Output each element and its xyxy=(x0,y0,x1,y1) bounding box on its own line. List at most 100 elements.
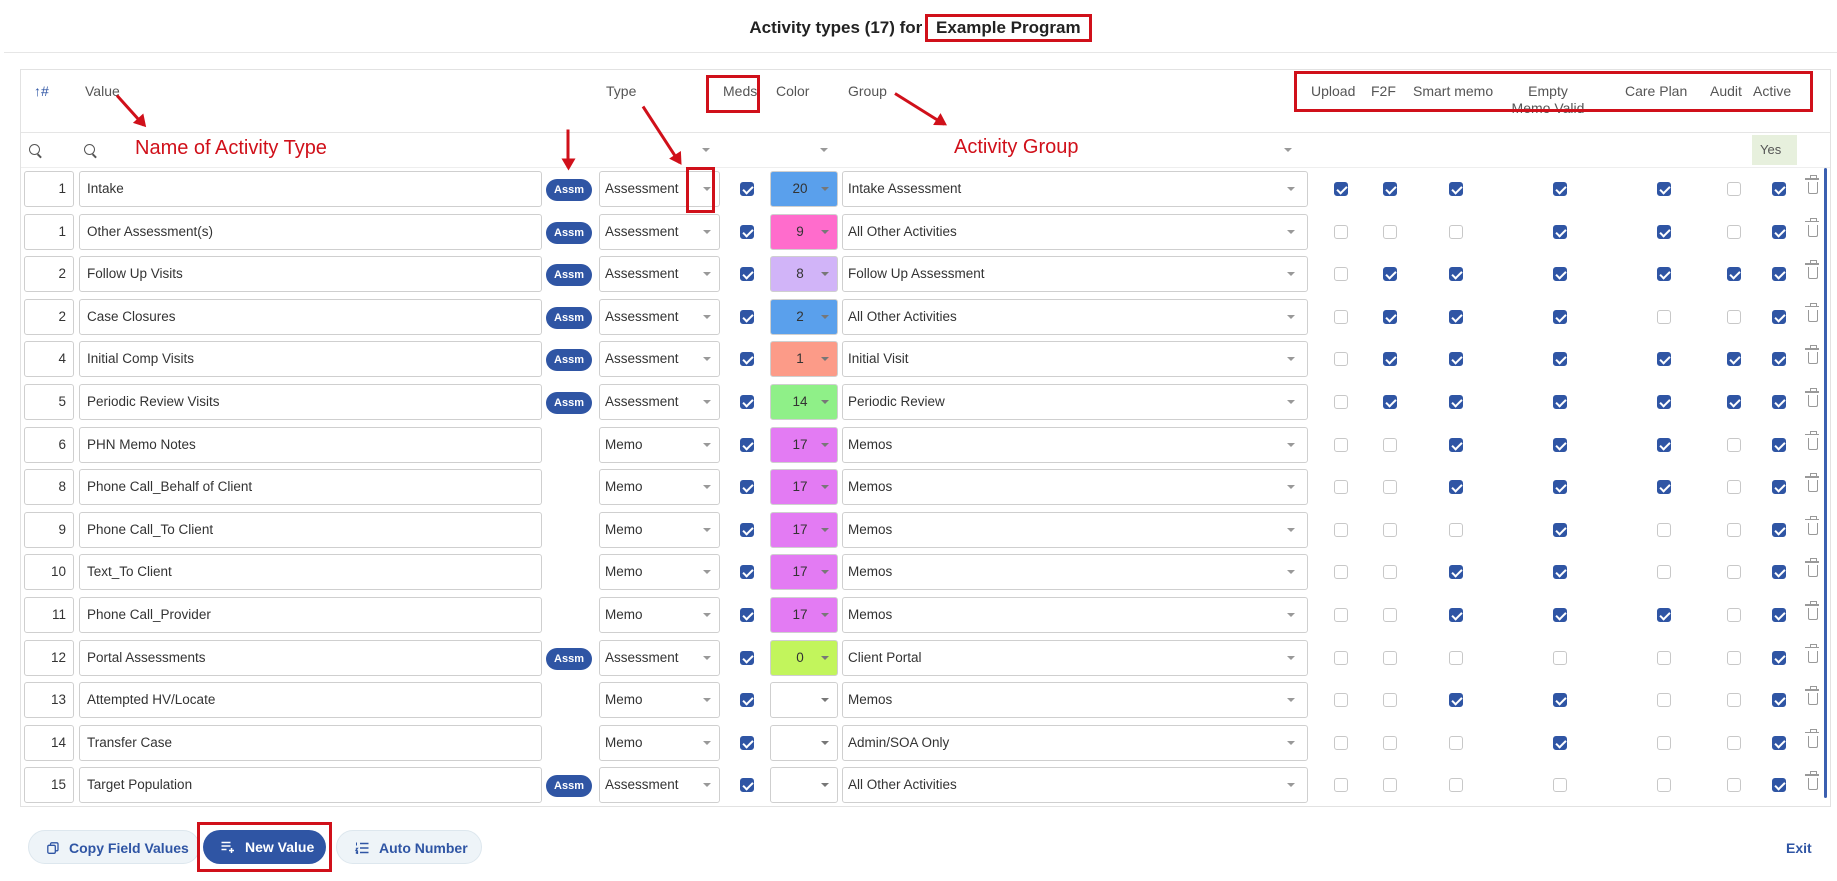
care-plan-checkbox[interactable] xyxy=(1657,778,1671,793)
trash-icon[interactable] xyxy=(1805,473,1819,493)
f2f-checkbox[interactable] xyxy=(1383,182,1397,196)
search-icon[interactable] xyxy=(84,144,95,155)
group-select[interactable]: Memos xyxy=(842,511,1308,548)
type-select[interactable]: Memo xyxy=(599,511,720,548)
exit-button[interactable]: Exit xyxy=(1786,840,1812,856)
color-select[interactable]: 20 xyxy=(770,171,838,207)
care-plan-checkbox[interactable] xyxy=(1657,735,1671,750)
f2f-checkbox[interactable] xyxy=(1383,480,1397,495)
f2f-checkbox[interactable] xyxy=(1383,693,1397,708)
activity-name-field[interactable]: Target Population xyxy=(79,767,542,804)
activity-name-field[interactable]: Periodic Review Visits xyxy=(79,384,542,420)
empty-memo-valid-checkbox[interactable] xyxy=(1553,480,1567,495)
sort-order-field[interactable]: 10 xyxy=(24,554,74,591)
assessment-badge[interactable]: Assm xyxy=(546,349,592,372)
care-plan-checkbox[interactable] xyxy=(1657,224,1671,239)
meds-checkbox[interactable] xyxy=(740,608,754,622)
color-select[interactable]: 17 xyxy=(770,469,838,506)
activity-name-field[interactable]: Attempted HV/Locate xyxy=(79,682,542,719)
group-select[interactable]: Periodic Review xyxy=(842,384,1308,420)
activity-name-field[interactable]: Phone Call_Behalf of Client xyxy=(79,469,542,506)
trash-icon[interactable] xyxy=(1805,515,1819,535)
group-select[interactable]: Memos xyxy=(842,469,1308,506)
type-filter-chevron-down-icon[interactable] xyxy=(702,148,710,152)
copy-field-values-button[interactable]: Copy Field Values xyxy=(28,830,200,864)
group-select[interactable]: Follow Up Assessment xyxy=(842,256,1308,293)
color-select[interactable]: 14 xyxy=(770,384,838,420)
activity-name-field[interactable]: Case Closures xyxy=(79,298,542,335)
assessment-badge[interactable]: Assm xyxy=(546,775,592,798)
care-plan-checkbox[interactable] xyxy=(1657,182,1671,196)
assessment-badge[interactable]: Assm xyxy=(546,647,592,670)
active-checkbox[interactable] xyxy=(1772,693,1786,708)
color-select[interactable]: 17 xyxy=(770,511,838,548)
type-column-header[interactable]: Type xyxy=(606,83,636,99)
empty-memo-valid-checkbox[interactable] xyxy=(1553,395,1567,409)
activity-name-field[interactable]: Other Assessment(s) xyxy=(79,213,542,250)
f2f-checkbox[interactable] xyxy=(1383,224,1397,239)
active-checkbox[interactable] xyxy=(1772,735,1786,750)
sort-order-field[interactable]: 2 xyxy=(24,298,74,335)
meds-checkbox[interactable] xyxy=(740,735,754,750)
audit-checkbox[interactable] xyxy=(1727,437,1741,452)
sort-order-field[interactable]: 14 xyxy=(24,724,74,761)
active-checkbox[interactable] xyxy=(1772,480,1786,495)
f2f-checkbox[interactable] xyxy=(1383,395,1397,409)
audit-checkbox[interactable] xyxy=(1727,650,1741,665)
group-select[interactable]: All Other Activities xyxy=(842,213,1308,250)
trash-icon[interactable] xyxy=(1805,302,1819,322)
smart-memo-checkbox[interactable] xyxy=(1449,395,1463,409)
active-checkbox[interactable] xyxy=(1772,224,1786,239)
active-filter-value[interactable]: Yes xyxy=(1752,135,1797,165)
meds-checkbox[interactable] xyxy=(740,309,754,324)
group-select[interactable]: Memos xyxy=(842,682,1308,719)
trash-icon[interactable] xyxy=(1805,217,1819,237)
color-select[interactable]: 8 xyxy=(770,256,838,293)
audit-checkbox[interactable] xyxy=(1727,522,1741,537)
color-select[interactable] xyxy=(770,767,838,804)
upload-checkbox[interactable] xyxy=(1334,522,1348,537)
color-filter-chevron-down-icon[interactable] xyxy=(820,148,828,152)
f2f-checkbox[interactable] xyxy=(1383,437,1397,452)
color-select[interactable]: 0 xyxy=(770,639,838,676)
care-plan-checkbox[interactable] xyxy=(1657,267,1671,282)
sort-order-field[interactable]: 12 xyxy=(24,639,74,676)
active-checkbox[interactable] xyxy=(1772,309,1786,324)
active-checkbox[interactable] xyxy=(1772,650,1786,665)
trash-icon[interactable] xyxy=(1805,430,1819,450)
color-select[interactable]: 17 xyxy=(770,426,838,463)
f2f-checkbox[interactable] xyxy=(1383,565,1397,580)
care-plan-checkbox[interactable] xyxy=(1657,565,1671,580)
f2f-checkbox[interactable] xyxy=(1383,522,1397,537)
activity-name-field[interactable]: Transfer Case xyxy=(79,724,542,761)
smart-memo-checkbox[interactable] xyxy=(1449,778,1463,793)
color-select[interactable]: 17 xyxy=(770,597,838,633)
sort-order-field[interactable]: 8 xyxy=(24,469,74,506)
empty-memo-valid-checkbox[interactable] xyxy=(1553,267,1567,282)
sort-order-field[interactable]: 4 xyxy=(24,341,74,378)
upload-checkbox[interactable] xyxy=(1334,309,1348,324)
activity-name-field[interactable]: Intake xyxy=(79,171,542,207)
empty-memo-valid-checkbox[interactable] xyxy=(1553,522,1567,537)
color-select[interactable] xyxy=(770,682,838,719)
sort-order-field[interactable]: 15 xyxy=(24,767,74,804)
audit-checkbox[interactable] xyxy=(1727,224,1741,239)
smart-memo-checkbox[interactable] xyxy=(1449,693,1463,708)
group-select[interactable]: Admin/SOA Only xyxy=(842,724,1308,761)
audit-checkbox[interactable] xyxy=(1727,778,1741,793)
audit-checkbox[interactable] xyxy=(1727,693,1741,708)
activity-name-field[interactable]: Initial Comp Visits xyxy=(79,341,542,378)
smart-memo-checkbox[interactable] xyxy=(1449,608,1463,622)
f2f-checkbox[interactable] xyxy=(1383,267,1397,282)
care-plan-checkbox[interactable] xyxy=(1657,395,1671,409)
auto-number-button[interactable]: Auto Number xyxy=(336,830,482,864)
upload-checkbox[interactable] xyxy=(1334,650,1348,665)
activity-name-field[interactable]: Phone Call_Provider xyxy=(79,597,542,633)
upload-checkbox[interactable] xyxy=(1334,565,1348,580)
trash-icon[interactable] xyxy=(1805,260,1819,280)
f2f-checkbox[interactable] xyxy=(1383,735,1397,750)
smart-memo-checkbox[interactable] xyxy=(1449,437,1463,452)
sort-order-field[interactable]: 1 xyxy=(24,171,74,207)
sort-order-field[interactable]: 2 xyxy=(24,256,74,293)
group-select[interactable]: Memos xyxy=(842,554,1308,591)
